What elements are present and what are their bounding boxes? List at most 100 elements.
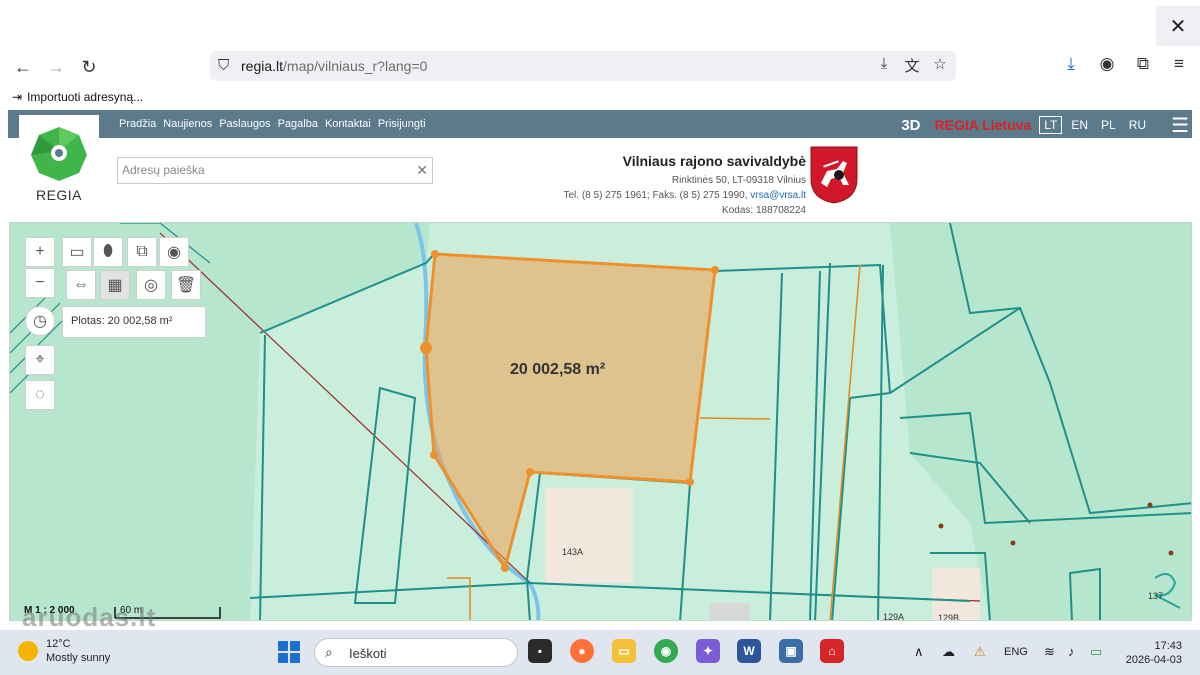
url-host: regia.lt: [241, 58, 284, 74]
nav-link-pagalba[interactable]: Pagalba: [278, 118, 318, 130]
extensions-icon[interactable]: ⧉: [1132, 54, 1154, 74]
screen: ✕ ← → ↻ ⛉ regia.lt/map/vilniaus_r?lang=0…: [0, 0, 1200, 675]
area-result-panel: Plotas: 20 002,58 m²: [62, 306, 206, 338]
account-icon[interactable]: ◉: [1096, 54, 1118, 74]
word-icon[interactable]: W: [737, 639, 761, 663]
target-icon: ◉: [167, 244, 181, 261]
map-viewport[interactable]: + − ▭ ⬮ ⧉ ◉ ⇔ ▦ ◎ 🗑 Plotas: 20 002,58 m²…: [9, 222, 1192, 621]
regia-logo[interactable]: REGIA: [19, 115, 99, 207]
tray-overflow-icon[interactable]: ∧: [914, 644, 924, 660]
measure-distance-button[interactable]: ⇔: [66, 270, 96, 300]
remote-desktop-icon[interactable]: ▣: [779, 639, 803, 663]
address-search[interactable]: ✕: [117, 157, 433, 184]
export-icon: ⧉: [136, 243, 148, 260]
shield-icon[interactable]: ⛉: [218, 57, 229, 74]
volume-icon[interactable]: ♪: [1068, 644, 1075, 659]
measure-tool-button[interactable]: ▭: [62, 237, 92, 267]
file-explorer-icon[interactable]: ▭: [612, 639, 636, 663]
menu-icon[interactable]: ≡: [1168, 54, 1190, 74]
site-menu-icon[interactable]: ☰: [1171, 113, 1189, 138]
lang-pl[interactable]: PL: [1097, 117, 1120, 133]
lasso-select-button[interactable]: ◌: [25, 380, 55, 410]
bookmark-star-icon[interactable]: ☆: [930, 55, 950, 76]
distance-icon: ⇔: [73, 276, 89, 293]
url-actions: ⤓ 文 ☆: [874, 55, 950, 76]
3d-button[interactable]: 3D: [901, 117, 920, 134]
bookmark-label: Importuoti adresyną...: [27, 90, 144, 104]
windows-start-icon[interactable]: [278, 641, 300, 663]
url-text[interactable]: regia.lt/map/vilniaus_r?lang=0: [241, 58, 427, 74]
bookmark-import[interactable]: ⇥ Importuoti adresyną...: [12, 90, 143, 104]
municipality-code: Kodas: 188708224: [722, 205, 806, 216]
pdf-reader-icon[interactable]: ⌂: [820, 639, 844, 663]
ruler-icon: ▭: [69, 244, 85, 261]
search-icon: ⌕: [325, 644, 333, 660]
area-icon: ▦: [107, 277, 123, 294]
lang-lt[interactable]: LT: [1039, 116, 1063, 134]
parcel-label-129a: 129A: [883, 612, 905, 621]
address-search-input[interactable]: [122, 163, 412, 177]
nav-link-naujienos[interactable]: Naujienos: [163, 118, 212, 130]
import-icon: ⇥: [12, 90, 23, 104]
zoom-in-button[interactable]: +: [25, 237, 55, 267]
install-icon[interactable]: ⤓: [874, 55, 894, 76]
onedrive-icon[interactable]: ☁: [942, 644, 955, 660]
clear-measure-button[interactable]: 🗑: [171, 270, 201, 300]
url-bar[interactable]: ⛉ regia.lt/map/vilniaus_r?lang=0 ⤓ 文 ☆: [210, 51, 956, 81]
translate-icon[interactable]: 文: [902, 55, 922, 76]
input-language[interactable]: ENG: [1004, 646, 1028, 658]
crosshair-icon: ⌖: [35, 351, 45, 368]
marker-tool-button[interactable]: ⬮: [93, 237, 123, 267]
regia-logo-icon: [31, 127, 87, 181]
measure-area-button[interactable]: ▦: [100, 270, 130, 300]
weather-temperature: 12°C: [46, 638, 71, 650]
logo-text: REGIA: [35, 187, 83, 203]
measure-radius-button[interactable]: ◎: [136, 270, 166, 300]
taskbar-search[interactable]: ⌕ Ieškoti: [314, 638, 518, 667]
nav-link-kontaktai[interactable]: Kontaktai: [325, 118, 371, 130]
my-location-button[interactable]: ⌖: [25, 345, 55, 375]
clock-icon: ◷: [33, 313, 47, 330]
lasso-icon: ◌: [35, 386, 45, 403]
battery-icon[interactable]: ▭: [1090, 644, 1102, 660]
nav-link-prisijungti[interactable]: Prisijungti: [378, 118, 426, 130]
wifi-icon[interactable]: ≋: [1044, 644, 1055, 660]
zoom-out-button[interactable]: −: [25, 268, 55, 298]
chrome-icon[interactable]: ◉: [654, 639, 678, 663]
clock-time: 17:43: [1154, 640, 1182, 652]
parcel-label-137: 137: [1148, 591, 1164, 601]
radius-icon: ◎: [144, 277, 158, 294]
nav-link-pradzia[interactable]: Pradžia: [119, 118, 156, 130]
copilot-icon[interactable]: ✦: [696, 639, 720, 663]
municipality-contacts: Tel. (8 5) 275 1961; Faks. (8 5) 275 199…: [564, 190, 807, 202]
lang-ru[interactable]: RU: [1125, 117, 1150, 133]
nav-link-paslaugos[interactable]: Paslaugos: [219, 118, 270, 130]
municipality-name: Vilniaus rajono savivaldybė: [622, 153, 806, 169]
history-button[interactable]: ◷: [25, 306, 55, 336]
site-nav: Pradžia Naujienos Paslaugos Pagalba Kont…: [119, 118, 426, 130]
locate-tool-button[interactable]: ◉: [159, 237, 189, 267]
weather-description: Mostly sunny: [46, 652, 111, 664]
download-icon[interactable]: ⤓: [1060, 54, 1082, 74]
window-close-icon[interactable]: ✕: [1156, 6, 1200, 46]
weather-widget[interactable]: 12°C Mostly sunny: [18, 637, 110, 665]
back-arrow-icon[interactable]: ←: [10, 54, 36, 80]
municipality-phone-fax: Tel. (8 5) 275 1961; Faks. (8 5) 275 199…: [563, 190, 748, 201]
warning-icon[interactable]: ⚠: [974, 644, 986, 660]
system-clock[interactable]: 17:43 2026-04-03: [1126, 639, 1182, 667]
municipality-info: Vilniaus rajono savivaldybė Rinktinės 50…: [564, 153, 807, 217]
taskbar-search-label: Ieškoti: [349, 646, 387, 661]
municipality-email-link[interactable]: vrsa@vrsa.lt: [750, 190, 806, 201]
reload-icon[interactable]: ↻: [76, 54, 102, 80]
firefox-icon[interactable]: ●: [570, 639, 594, 663]
site-nav-bar: Pradžia Naujienos Paslaugos Pagalba Kont…: [8, 110, 1192, 138]
lang-en[interactable]: EN: [1067, 117, 1092, 133]
coat-of-arms-icon: [810, 146, 858, 204]
regia-lietuva-link[interactable]: REGIA Lietuva: [935, 117, 1032, 133]
parcel-area-label: 20 002,58 m²: [510, 361, 606, 378]
forward-arrow-icon[interactable]: →: [43, 54, 69, 80]
task-view-icon[interactable]: ▪: [528, 639, 552, 663]
windows-taskbar: 12°C Mostly sunny ⌕ Ieškoti ▪ ● ▭ ◉ ✦ W …: [0, 630, 1200, 675]
clear-search-icon[interactable]: ✕: [416, 162, 428, 179]
export-tool-button[interactable]: ⧉: [127, 237, 157, 267]
